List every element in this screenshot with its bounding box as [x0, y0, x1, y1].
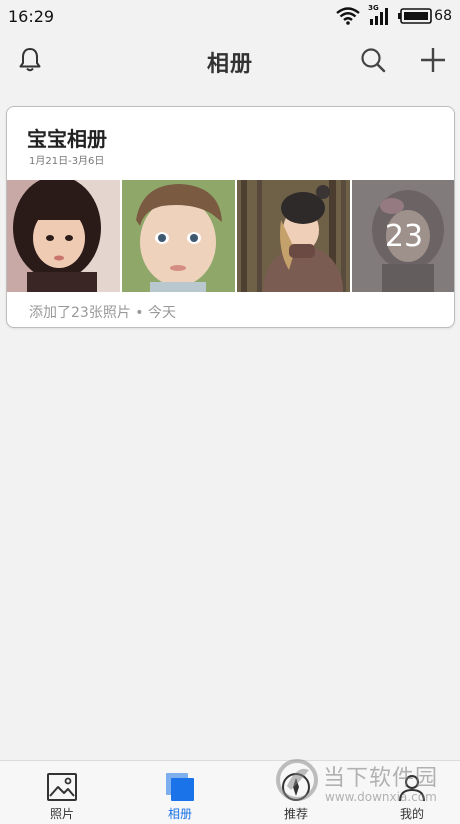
page-title: 相册	[206, 52, 253, 77]
tab-photos[interactable]: 照片	[22, 761, 102, 824]
battery-icon: 68	[398, 8, 452, 24]
bell-icon	[18, 47, 42, 77]
battery-level: 68	[434, 8, 452, 24]
tab-recommend[interactable]: 推荐	[256, 761, 336, 824]
album-photo-thumbnail[interactable]	[7, 180, 120, 292]
app-header: 相册	[0, 32, 460, 92]
album-footer-info: 添加了23张照片 • 今天	[29, 305, 176, 321]
tab-albums[interactable]: 相册	[140, 761, 220, 824]
status-time: 16:29	[8, 6, 55, 26]
album-title: 宝宝相册	[27, 127, 107, 151]
notifications-button[interactable]	[10, 42, 50, 82]
tab-mine-label: 我的	[399, 807, 424, 821]
status-bar: 16:29 3G 68	[0, 0, 460, 32]
album-photo-thumbnail[interactable]	[122, 180, 235, 292]
cellular-signal-icon: 3G	[368, 4, 390, 25]
tab-recommend-label: 推荐	[283, 807, 308, 821]
album-card[interactable]: 宝宝相册 1月21日-3月6日 23 添加了23张照片 • 今天	[6, 106, 455, 328]
status-icons: 3G 68	[336, 4, 452, 25]
album-thumbnail-row: 23	[7, 180, 454, 292]
bottom-tab-bar: 照片 相册 推荐 我的	[0, 760, 460, 824]
search-button[interactable]	[353, 42, 393, 82]
person-icon	[396, 771, 428, 803]
album-date-range: 1月21日-3月6日	[29, 156, 105, 167]
compass-icon	[280, 771, 312, 803]
tab-mine[interactable]: 我的	[372, 761, 452, 824]
image-icon	[46, 771, 78, 803]
albums-icon	[164, 771, 196, 803]
search-icon	[360, 47, 386, 77]
photo-count-overlay: 23	[352, 180, 454, 292]
network-type-label: 3G	[368, 4, 379, 12]
plus-icon	[420, 47, 446, 77]
tab-albums-label: 相册	[167, 807, 192, 821]
album-photo-thumbnail[interactable]	[237, 180, 350, 292]
album-more-photos-thumbnail[interactable]: 23	[352, 180, 454, 292]
wifi-icon	[336, 7, 360, 25]
tab-photos-label: 照片	[49, 807, 74, 821]
add-button[interactable]	[413, 42, 453, 82]
